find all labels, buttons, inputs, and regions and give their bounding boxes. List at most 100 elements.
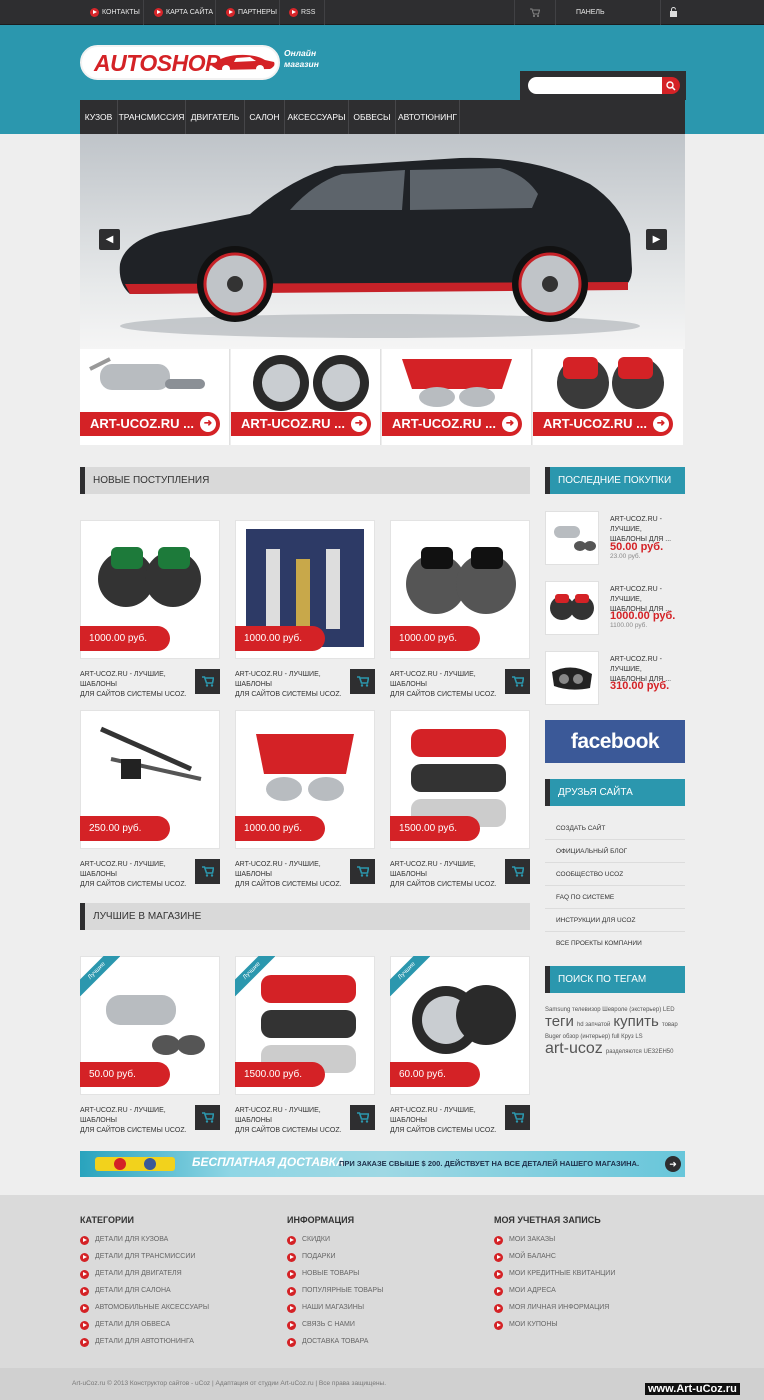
add-to-cart-button[interactable] [195, 859, 220, 884]
product-card[interactable]: 1000.00 руб. [390, 520, 530, 659]
recent-item-image[interactable] [545, 651, 599, 705]
product-card[interactable]: 1000.00 руб. [235, 710, 375, 849]
add-to-cart-button[interactable] [350, 859, 375, 884]
add-to-cart-button[interactable] [505, 1105, 530, 1130]
control-panel-dropdown[interactable]: ПАНЕЛЬ УПРАВЛЕНИЯ⌄ [566, 0, 656, 41]
recent-item-old-price: 23.00 руб. [610, 553, 641, 560]
add-to-cart-button[interactable] [195, 1105, 220, 1130]
slider-thumb[interactable]: ART-UCOZ.RU ... ➜ [231, 349, 381, 445]
main-nav: КУЗОВ ТРАНСМИССИЯ ДВИГАТЕЛЬ САЛОН АКСЕСС… [80, 100, 685, 134]
sitemap-link[interactable]: КАРТА САЙТА [154, 0, 216, 25]
free-delivery-banner[interactable]: БЕСПЛАТНАЯ ДОСТАВКА ПРИ ЗАКАЗЕ СВЫШЕ $ 2… [80, 1151, 685, 1177]
slider-thumb[interactable]: ART-UCOZ.RU ... ➜ [533, 349, 683, 445]
footer-link[interactable]: МОЯ ЛИЧНАЯ ИНФОРМАЦИЯ [494, 1304, 609, 1313]
product-title[interactable]: ART-UCOZ.RU - ЛУЧШИЕ, ШАБЛОНЫ ДЛЯ САЙТОВ … [80, 860, 190, 890]
friend-link[interactable]: СООБЩЕСТВО UCOZ [545, 863, 685, 886]
footer-link[interactable]: СКИДКИ [287, 1236, 330, 1245]
friend-link[interactable]: СОЗДАТЬ САЙТ [545, 817, 685, 840]
tag-link[interactable]: товар [662, 1022, 678, 1028]
chevron-right-icon: ▶ [652, 234, 661, 245]
price-tag: 1000.00 руб. [235, 816, 325, 841]
footer-link[interactable]: ДЕТАЛИ ДЛЯ ТРАНСМИССИИ [80, 1253, 195, 1262]
footer-link[interactable]: СВЯЗЬ С НАМИ [287, 1321, 355, 1330]
footer-link[interactable]: НОВЫЕ ТОВАРЫ [287, 1270, 359, 1279]
footer-link[interactable]: ДЕТАЛИ ДЛЯ КУЗОВА [80, 1236, 168, 1245]
footer-link[interactable]: ДЕТАЛИ ДЛЯ АВТОТЮНИНГА [80, 1338, 194, 1347]
product-card[interactable]: Лучшие 50.00 руб. [80, 956, 220, 1095]
footer-link[interactable]: МОЙ БАЛАНС [494, 1253, 556, 1262]
add-to-cart-button[interactable] [350, 669, 375, 694]
add-to-cart-button[interactable] [505, 669, 530, 694]
product-title[interactable]: ART-UCOZ.RU - ЛУЧШИЕ, ШАБЛОНЫ ДЛЯ САЙТОВ … [235, 670, 345, 700]
product-title[interactable]: ART-UCOZ.RU - ЛУЧШИЕ, ШАБЛОНЫ ДЛЯ САЙТОВ … [235, 1106, 345, 1136]
friend-link[interactable]: ИНСТРУКЦИИ ДЛЯ UCOZ [545, 909, 685, 932]
recent-item-price: 310.00 руб. [610, 680, 670, 692]
slider-next-button[interactable]: ▶ [646, 229, 667, 250]
footer-link[interactable]: ПОДАРКИ [287, 1253, 336, 1262]
footer-link[interactable]: МОИ АДРЕСА [494, 1287, 556, 1296]
tag-link[interactable]: hd запчатой [577, 1022, 610, 1028]
nav-item-body[interactable]: КУЗОВ [80, 100, 118, 134]
product-title[interactable]: ART-UCOZ.RU - ЛУЧШИЕ, ШАБЛОНЫ ДЛЯ САЙТОВ … [390, 1106, 500, 1136]
partners-link[interactable]: ПАРТНЕРЫ [226, 0, 280, 25]
product-card[interactable]: 1500.00 руб. [390, 710, 530, 849]
footer-link[interactable]: НАШИ МАГАЗИНЫ [287, 1304, 364, 1313]
footer-link[interactable]: МОИ КРЕДИТНЫЕ КВИТАНЦИИ [494, 1270, 615, 1279]
tag-link[interactable]: купить [613, 1013, 658, 1030]
logo[interactable]: AUTOSHOP [80, 45, 280, 80]
rss-link[interactable]: RSS [289, 0, 325, 25]
price-tag: 1500.00 руб. [235, 1062, 325, 1087]
product-card[interactable]: 1000.00 руб. [80, 520, 220, 659]
search-button[interactable] [662, 77, 680, 94]
footer-link[interactable]: АВТОМОБИЛЬНЫЕ АКСЕССУАРЫ [80, 1304, 209, 1313]
product-title[interactable]: ART-UCOZ.RU - ЛУЧШИЕ, ШАБЛОНЫ ДЛЯ САЙТОВ … [80, 1106, 190, 1136]
nav-item-tuning[interactable]: АВТОТЮНИНГ [396, 100, 460, 134]
product-title[interactable]: ART-UCOZ.RU - ЛУЧШИЕ, ШАБЛОНЫ ДЛЯ САЙТОВ … [80, 670, 190, 700]
recent-item-image[interactable] [545, 581, 599, 635]
product-card[interactable]: 1000.00 руб. [235, 520, 375, 659]
nav-item-transmission[interactable]: ТРАНСМИССИЯ [118, 100, 186, 134]
price-tag: 1000.00 руб. [235, 626, 325, 651]
thumb-label: ART-UCOZ.RU ... ➜ [231, 412, 371, 436]
add-to-cart-button[interactable] [350, 1105, 375, 1130]
cart-top-button[interactable] [514, 0, 556, 25]
tag-link[interactable]: теги [545, 1013, 574, 1030]
footer-link[interactable]: ДОСТАВКА ТОВАРА [287, 1338, 368, 1347]
product-card[interactable]: Лучшие 60.00 руб. [390, 956, 530, 1095]
nav-item-accessories[interactable]: АКСЕССУАРЫ [285, 100, 349, 134]
facebook-banner[interactable]: facebook [545, 720, 685, 763]
nav-item-interior[interactable]: САЛОН [245, 100, 285, 134]
product-title[interactable]: ART-UCOZ.RU - ЛУЧШИЕ, ШАБЛОНЫ ДЛЯ САЙТОВ … [390, 670, 500, 700]
slider-thumb[interactable]: ART-UCOZ.RU ... ➜ [382, 349, 532, 445]
product-title[interactable]: ART-UCOZ.RU - ЛУЧШИЕ, ШАБЛОНЫ ДЛЯ САЙТОВ … [235, 860, 345, 890]
tag-link[interactable]: art-ucoz [545, 1040, 603, 1057]
add-to-cart-button[interactable] [195, 669, 220, 694]
banner-text: ПРИ ЗАКАЗЕ СВЫШЕ $ 200. ДЕЙСТВУЕТ НА ВСЕ… [339, 1159, 640, 1168]
recent-item-image[interactable] [545, 511, 599, 565]
section-title-best: ЛУЧШИЕ В МАГАЗИНЕ [80, 903, 530, 930]
product-title[interactable]: ART-UCOZ.RU - ЛУЧШИЕ, ШАБЛОНЫ ДЛЯ САЙТОВ … [390, 860, 500, 890]
footer-link[interactable]: ПОПУЛЯРНЫЕ ТОВАРЫ [287, 1287, 383, 1296]
friend-link[interactable]: FAQ ПО СИСТЕМЕ [545, 886, 685, 909]
friend-link[interactable]: ОФИЦИАЛЬНЫЙ БЛОГ [545, 840, 685, 863]
product-card[interactable]: 250.00 руб. [80, 710, 220, 849]
tag-link[interactable]: разделяются UE32EH50 [606, 1049, 674, 1055]
footer-link[interactable]: ДЕТАЛИ ДЛЯ ОБВЕСА [80, 1321, 170, 1330]
nav-item-engine[interactable]: ДВИГАТЕЛЬ [186, 100, 245, 134]
footer-link[interactable]: МОИ КУПОНЫ [494, 1321, 558, 1330]
nav-item-bodykits[interactable]: ОБВЕСЫ [349, 100, 396, 134]
slider-prev-button[interactable]: ◀ [99, 229, 120, 250]
footer-categories-title: КАТЕГОРИИ [80, 1215, 134, 1225]
lock-button[interactable] [660, 0, 686, 25]
footer-link[interactable]: МОИ ЗАКАЗЫ [494, 1236, 555, 1245]
friend-link[interactable]: ВСЕ ПРОЕКТЫ КОМПАНИИ [545, 932, 685, 955]
contacts-link[interactable]: КОНТАКТЫ [90, 0, 144, 25]
section-title-new: НОВЫЕ ПОСТУПЛЕНИЯ [80, 467, 530, 494]
product-card[interactable]: Лучшие 1500.00 руб. [235, 956, 375, 1095]
recent-item-price: 50.00 руб. [610, 541, 664, 553]
footer-link[interactable]: ДЕТАЛИ ДЛЯ САЛОНА [80, 1287, 171, 1296]
slider-thumb[interactable]: ART-UCOZ.RU ... ➜ [80, 349, 230, 445]
add-to-cart-button[interactable] [505, 859, 530, 884]
footer-link[interactable]: ДЕТАЛИ ДЛЯ ДВИГАТЕЛЯ [80, 1270, 182, 1279]
search-input[interactable] [528, 77, 662, 94]
